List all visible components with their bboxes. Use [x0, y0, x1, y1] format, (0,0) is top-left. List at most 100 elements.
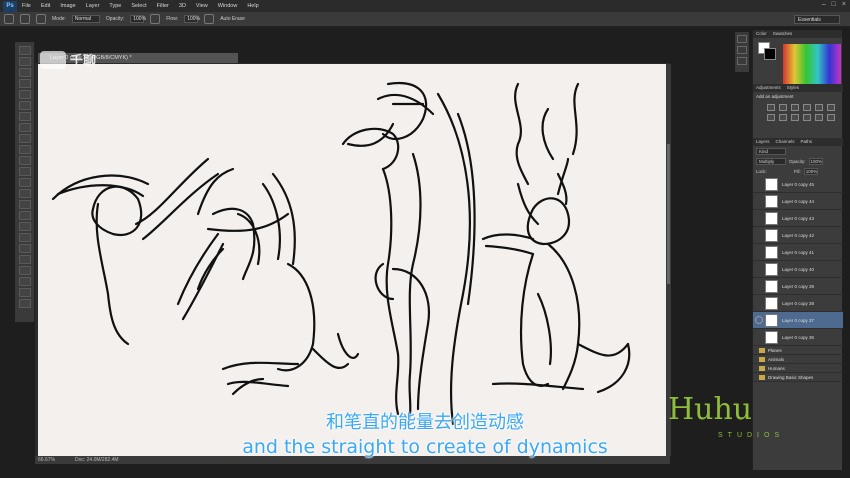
airbrush-icon[interactable]	[204, 14, 215, 24]
marquee-tool-icon[interactable]	[18, 57, 31, 66]
layer-row[interactable]: Layer 0 copy 39	[753, 278, 843, 295]
type-tool-icon[interactable]	[18, 211, 31, 220]
adjust-tab-styles[interactable]: Styles	[787, 84, 799, 92]
move-tool-icon[interactable]	[18, 46, 31, 55]
menu-edit[interactable]: Edit	[36, 3, 55, 9]
visibility-eye-icon[interactable]	[755, 282, 763, 290]
workspace-select[interactable]: Essentials	[794, 15, 840, 24]
crop-tool-icon[interactable]	[18, 90, 31, 99]
swap-colors-tool-icon[interactable]	[18, 266, 31, 275]
healing-tool-icon[interactable]	[18, 112, 31, 121]
layer-group-row[interactable]: Planes	[753, 346, 843, 355]
bw-icon[interactable]	[779, 114, 787, 121]
close-icon[interactable]: ×	[842, 1, 846, 8]
visibility-eye-icon[interactable]	[755, 299, 763, 307]
visibility-eye-icon[interactable]	[755, 214, 763, 222]
scrollbar-thumb[interactable]	[667, 144, 670, 284]
menu-file[interactable]: File	[17, 3, 36, 9]
gradient-tool-icon[interactable]	[18, 167, 31, 176]
maximize-icon[interactable]: □	[832, 1, 836, 8]
layer-row[interactable]: Layer 0 copy 45	[753, 176, 843, 193]
menu-select[interactable]: Select	[126, 3, 151, 9]
color-balance-icon[interactable]	[767, 114, 775, 121]
layer-row[interactable]: Layer 0 copy 42	[753, 227, 843, 244]
menu-layer[interactable]: Layer	[81, 3, 105, 9]
lasso-tool-icon[interactable]	[18, 68, 31, 77]
vibrance-icon[interactable]	[815, 104, 823, 111]
screen-mode-tool-icon[interactable]	[18, 299, 31, 308]
hand-tool-icon[interactable]	[18, 244, 31, 253]
invert-icon[interactable]	[827, 114, 835, 121]
layer-group-row[interactable]: Drawing Basic Shapes	[753, 373, 843, 382]
fill-field[interactable]: 100%	[803, 167, 818, 175]
pen-tool-icon[interactable]	[18, 200, 31, 209]
quick-mask-tool-icon[interactable]	[18, 288, 31, 297]
color-tab-swatches[interactable]: Swatches	[773, 30, 793, 38]
info-icon[interactable]	[737, 57, 747, 65]
blur-tool-icon[interactable]	[18, 178, 31, 187]
color-spectrum[interactable]	[783, 44, 841, 86]
curves-icon[interactable]	[791, 104, 799, 111]
visibility-eye-icon[interactable]	[755, 231, 763, 239]
quick-select-tool-icon[interactable]	[18, 79, 31, 88]
dodge-tool-icon[interactable]	[18, 189, 31, 198]
layer-group-row[interactable]: Humans	[753, 364, 843, 373]
hue-icon[interactable]	[827, 104, 835, 111]
blend-mode-select[interactable]: Multiply	[756, 157, 786, 165]
layer-row[interactable]: Layer 0 copy 44	[753, 193, 843, 210]
adjust-tab-adjustments[interactable]: Adjustments	[756, 84, 781, 92]
menu-3d[interactable]: 3D	[174, 3, 191, 9]
properties-icon[interactable]	[737, 46, 747, 54]
background-color-swatch[interactable]	[764, 48, 776, 60]
history-icon[interactable]	[737, 35, 747, 43]
visibility-eye-icon[interactable]	[755, 197, 763, 205]
layer-row[interactable]: Layer 0 copy 36	[753, 329, 843, 346]
lookup-icon[interactable]	[815, 114, 823, 121]
pressure-opacity-icon[interactable]	[150, 14, 161, 24]
kind-filter[interactable]: Kind	[756, 147, 786, 155]
layer-group-row[interactable]: Animals	[753, 355, 843, 364]
menu-help[interactable]: Help	[242, 3, 263, 9]
clone-stamp-tool-icon[interactable]	[18, 134, 31, 143]
visibility-eye-icon[interactable]	[755, 248, 763, 256]
layer-row[interactable]: Layer 0 copy 37	[753, 312, 843, 329]
visibility-eye-icon[interactable]	[755, 316, 763, 324]
brightness-icon[interactable]	[767, 104, 775, 111]
visibility-eye-icon[interactable]	[755, 333, 763, 341]
menu-window[interactable]: Window	[213, 3, 243, 9]
menu-type[interactable]: Type	[104, 3, 126, 9]
brush-tool-icon[interactable]	[18, 123, 31, 132]
history-brush-tool-icon[interactable]	[18, 145, 31, 154]
menu-filter[interactable]: Filter	[152, 3, 174, 9]
brush-preset-icon[interactable]	[20, 14, 30, 24]
layer-row[interactable]: Layer 0 copy 41	[753, 244, 843, 261]
eyedropper-tool-icon[interactable]	[18, 101, 31, 110]
opacity-field[interactable]: 100%	[130, 15, 146, 23]
visibility-eye-icon[interactable]	[755, 265, 763, 273]
minimize-icon[interactable]: –	[822, 1, 826, 8]
menu-image[interactable]: Image	[55, 3, 80, 9]
zoom-tool-icon[interactable]	[18, 255, 31, 264]
layers-tab-layers[interactable]: Layers	[756, 138, 770, 146]
visibility-eye-icon[interactable]	[755, 180, 763, 188]
channel-mixer-icon[interactable]	[803, 114, 811, 121]
layer-row[interactable]: Layer 0 copy 40	[753, 261, 843, 278]
drawing-canvas[interactable]	[38, 64, 666, 457]
layers-tab-paths[interactable]: Paths	[801, 138, 813, 146]
brush-tool-icon[interactable]	[4, 14, 14, 24]
shape-tool-icon[interactable]	[18, 233, 31, 242]
layers-tab-channels[interactable]: Channels	[776, 138, 795, 146]
layer-opacity-field[interactable]: 100%	[808, 157, 823, 165]
color-swatches-tool-icon[interactable]	[18, 277, 31, 286]
path-select-tool-icon[interactable]	[18, 222, 31, 231]
layer-row[interactable]: Layer 0 copy 43	[753, 210, 843, 227]
flow-field[interactable]: 100%	[184, 15, 200, 23]
mode-select[interactable]: Normal	[71, 15, 100, 23]
exposure-icon[interactable]	[803, 104, 811, 111]
photo-filter-icon[interactable]	[791, 114, 799, 121]
brush-panel-icon[interactable]	[36, 14, 46, 24]
menu-view[interactable]: View	[191, 3, 213, 9]
eraser-tool-icon[interactable]	[18, 156, 31, 165]
layer-row[interactable]: Layer 0 copy 38	[753, 295, 843, 312]
levels-icon[interactable]	[779, 104, 787, 111]
